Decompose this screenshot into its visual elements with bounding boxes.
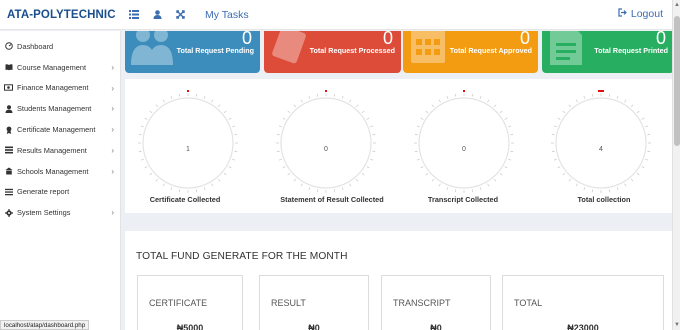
fund-box-label: TRANSCRIPT	[393, 298, 451, 308]
sidebar-item-label: System Settings	[17, 208, 71, 218]
chevron-right-icon: ›	[111, 145, 114, 155]
sidebar-item-label: Course Management	[17, 62, 87, 72]
scroll-down-arrow-icon[interactable]: ▼	[674, 322, 680, 328]
chevron-right-icon: ›	[111, 166, 114, 176]
gauge-value: 0	[324, 146, 328, 153]
card-total-request-pending[interactable]: 0 Total Request Pending	[125, 31, 260, 73]
gauge-marker	[598, 90, 604, 92]
logout-label: Logout	[630, 8, 663, 20]
report-icon	[4, 188, 13, 196]
card-icon	[131, 31, 175, 70]
card-label: Total Request Pending	[176, 46, 254, 55]
school-icon	[4, 167, 13, 175]
sidebar-item-schools-management[interactable]: Schools Management ›	[0, 161, 120, 182]
chevron-right-icon: ›	[111, 125, 114, 135]
card-total-request-approved[interactable]: 0 Total Request Approved	[403, 31, 538, 73]
gauge-dial	[551, 90, 651, 193]
certificate-icon	[4, 126, 13, 134]
browser-status-url: localhost/atap/dashboard.php	[0, 320, 90, 330]
expand-icon[interactable]	[176, 6, 185, 24]
gauge-dial	[276, 90, 376, 193]
fund-box-result: RESULT ₦0	[259, 275, 369, 330]
card-icon	[548, 31, 584, 70]
gauge-value: 4	[599, 146, 603, 153]
fund-box-certificate: CERTIFICATE ₦5000	[137, 275, 243, 330]
card-icon	[270, 31, 310, 70]
logout-button[interactable]: Logout	[618, 8, 663, 20]
sidebar-item-certificate-management[interactable]: Certificate Management ›	[0, 119, 120, 140]
card-label: Total Request Approved	[449, 46, 532, 55]
chevron-right-icon: ›	[111, 208, 114, 218]
fund-panel: TOTAL FUND GENERATE FOR THE MONTH CERTIF…	[125, 231, 672, 330]
gauge-marker	[463, 90, 465, 92]
gauge-marker	[187, 90, 189, 92]
sidebar-item-label: Schools Management	[17, 166, 89, 176]
sidebar-item-generate-report[interactable]: Generate report	[0, 182, 120, 203]
sidebar-item-course-management[interactable]: Course Management ›	[0, 57, 120, 78]
gauges-panel: 1 Certificate Collected 0 Statement of Resu…	[125, 79, 672, 213]
fund-box-value: ₦23000	[567, 323, 599, 330]
gauge-label: Certificate Collected	[149, 195, 221, 204]
gauge-dial	[414, 90, 514, 193]
sidebar: Dashboard Course Management › Finance Manag…	[0, 31, 121, 330]
user-icon[interactable]	[153, 6, 162, 24]
list-icon	[4, 146, 13, 154]
fund-box-label: RESULT	[271, 298, 306, 308]
chevron-right-icon: ›	[111, 104, 114, 114]
vertical-scrollbar[interactable]: ▲ ▼	[672, 0, 680, 330]
sidebar-item-label: Generate report	[17, 187, 70, 197]
fund-box-transcript: TRANSCRIPT ₦0	[381, 275, 491, 330]
sidebar-item-finance-management[interactable]: Finance Management ›	[0, 78, 120, 99]
sidebar-item-label: Students Management	[17, 104, 92, 114]
sidebar-item-label: Certificate Management	[17, 125, 96, 135]
fund-box-value: ₦0	[430, 323, 442, 330]
fund-box-value: ₦0	[308, 323, 320, 330]
sidebar-item-label: Finance Management	[17, 83, 89, 93]
book-icon	[4, 63, 13, 71]
card-label: Total Request Printed	[594, 46, 668, 55]
my-tasks-link[interactable]: My Tasks	[205, 9, 249, 21]
section-divider	[125, 213, 672, 231]
gauge-label: Total collection	[577, 195, 631, 204]
gauge-label: Transcript Collected	[427, 195, 499, 204]
gauge-label: Statement of Result Collected	[280, 195, 384, 204]
card-total-request-printed[interactable]: 0 Total Request Printed	[542, 31, 672, 73]
dashboard-icon	[4, 42, 13, 51]
brand-logo-text[interactable]: ATA-POLYTECHNIC	[0, 0, 121, 30]
menu-icon[interactable]	[129, 6, 139, 24]
gauge-marker	[325, 90, 327, 92]
fund-box-label: CERTIFICATE	[149, 298, 208, 308]
chevron-right-icon: ›	[111, 83, 114, 93]
fund-box-total: TOTAL ₦23000	[502, 275, 664, 330]
fund-title: TOTAL FUND GENERATE FOR THE MONTH	[136, 251, 348, 262]
sidebar-item-dashboard[interactable]: Dashboard	[0, 36, 120, 57]
top-navbar: ATA-POLYTECHNIC My Tasks Logout	[0, 0, 680, 30]
gauge-dial	[138, 90, 238, 193]
gear-icon	[4, 208, 13, 217]
gauge-value: 0	[462, 146, 466, 153]
main-content: 0 Total Request Pending 0 Total Request Pro…	[121, 31, 672, 330]
top-icon-group: My Tasks	[129, 6, 249, 24]
sidebar-item-system-settings[interactable]: System Settings ›	[0, 202, 120, 223]
sidebar-item-results-management[interactable]: Results Management ›	[0, 140, 120, 161]
card-label: Total Request Processed	[309, 46, 395, 55]
scrollbar-thumb[interactable]	[674, 16, 680, 146]
gauge-value: 1	[186, 146, 190, 153]
fund-box-value: ₦5000	[176, 323, 204, 330]
sidebar-item-students-management[interactable]: Students Management ›	[0, 98, 120, 119]
scroll-up-arrow-icon[interactable]: ▲	[674, 2, 680, 8]
logout-icon	[618, 8, 627, 20]
fund-box-label: TOTAL	[514, 298, 543, 308]
chevron-right-icon: ›	[111, 62, 114, 72]
user-icon	[4, 105, 13, 113]
money-icon	[4, 84, 13, 92]
sidebar-item-label: Results Management	[17, 145, 87, 155]
card-icon	[409, 31, 449, 70]
card-total-request-processed[interactable]: 0 Total Request Processed	[264, 31, 401, 73]
sidebar-item-label: Dashboard	[17, 41, 54, 51]
